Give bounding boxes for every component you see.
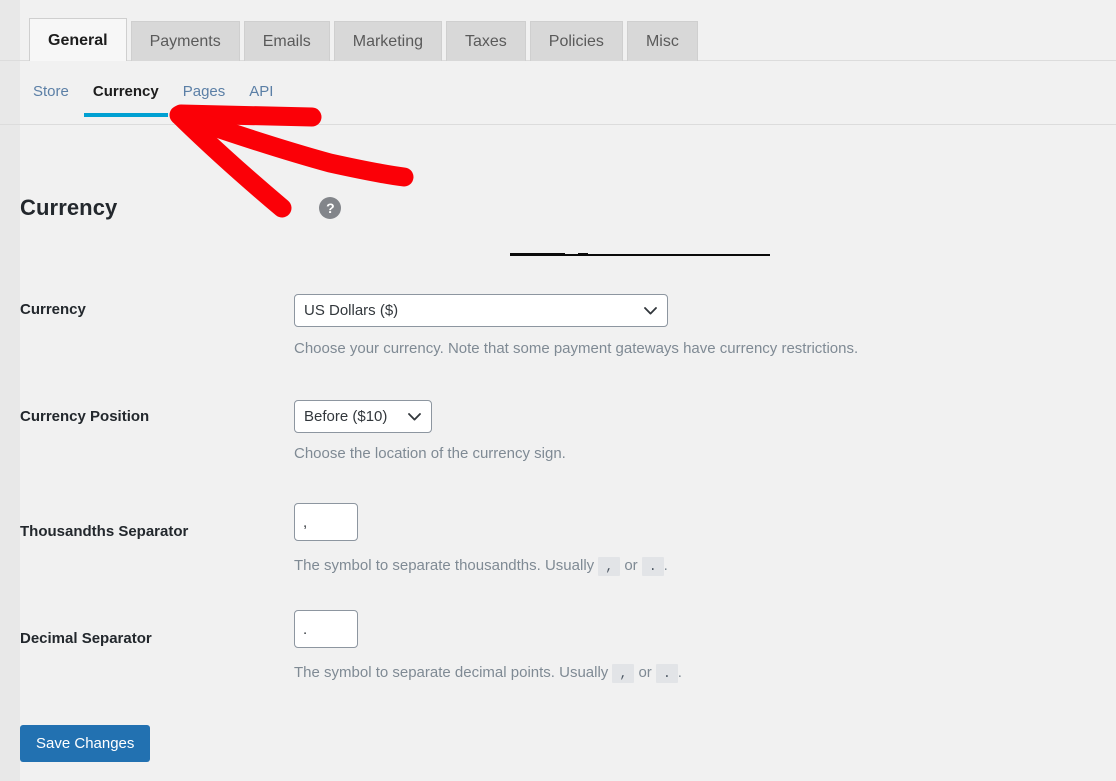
tab-emails[interactable]: Emails bbox=[243, 21, 330, 61]
thousandths-desc-code-2: . bbox=[641, 557, 664, 576]
tab-policies[interactable]: Policies bbox=[529, 21, 623, 61]
divider-artifact bbox=[510, 253, 770, 256]
tab-payments[interactable]: Payments bbox=[130, 21, 240, 61]
thousandths-desc-prefix: The symbol to separate thousandths. Usua… bbox=[294, 557, 595, 574]
tab-emails-label: Emails bbox=[262, 33, 311, 51]
tab-marketing[interactable]: Marketing bbox=[333, 21, 442, 61]
currency-position-select-wrap: Before ($10) bbox=[294, 400, 432, 433]
currency-control: US Dollars ($) bbox=[294, 294, 668, 327]
decimal-separator-description: The symbol to separate decimal points. U… bbox=[294, 664, 682, 683]
decimal-desc-suffix: . bbox=[677, 664, 682, 681]
section-header: Currency ? bbox=[20, 195, 342, 221]
currency-select-wrap: US Dollars ($) bbox=[294, 294, 668, 327]
tab-marketing-label: Marketing bbox=[352, 33, 423, 51]
tab-misc[interactable]: Misc bbox=[626, 21, 698, 61]
subnav-item-pages-label: Pages bbox=[182, 83, 226, 100]
currency-position-description: Choose the location of the currency sign… bbox=[294, 445, 566, 462]
question-mark-icon[interactable]: ? bbox=[319, 197, 342, 219]
currency-description: Choose your currency. Note that some pay… bbox=[294, 340, 859, 357]
thousandths-desc-code-1: , bbox=[598, 557, 621, 576]
tab-taxes-label: Taxes bbox=[465, 33, 507, 51]
currency-position-select[interactable]: Before ($10) bbox=[294, 400, 432, 433]
thousandths-desc-suffix: . bbox=[663, 557, 668, 574]
thousandths-separator-control bbox=[294, 503, 358, 541]
field-row-currency: Currency US Dollars ($) Choose your curr… bbox=[0, 294, 1116, 384]
page-title: Currency bbox=[20, 195, 118, 220]
decimal-separator-control bbox=[294, 610, 358, 648]
decimal-separator-label: Decimal Separator bbox=[20, 630, 152, 647]
decimal-desc-code-2: . bbox=[655, 664, 678, 683]
tab-policies-label: Policies bbox=[548, 33, 604, 51]
secondary-nav-bar: Store Currency Pages API bbox=[0, 61, 1116, 125]
currency-position-control: Before ($10) bbox=[294, 400, 432, 433]
decimal-separator-input[interactable] bbox=[294, 610, 358, 648]
tab-taxes[interactable]: Taxes bbox=[446, 21, 526, 61]
secondary-nav-list: Store Currency Pages API bbox=[33, 83, 273, 120]
field-row-decimal-separator: Decimal Separator The symbol to separate… bbox=[0, 610, 1116, 705]
settings-content: Currency ? Currency US Dollars ($) Choos… bbox=[0, 125, 1116, 781]
currency-label: Currency bbox=[20, 301, 86, 318]
subnav-item-currency[interactable]: Currency bbox=[83, 83, 168, 120]
subnav-item-currency-label: Currency bbox=[92, 83, 159, 100]
save-changes-button[interactable]: Save Changes bbox=[20, 725, 151, 762]
primary-tab-list: General Payments Emails Marketing Taxes … bbox=[29, 18, 698, 61]
thousandths-separator-label: Thousandths Separator bbox=[20, 523, 189, 540]
subnav-item-store[interactable]: Store bbox=[33, 83, 69, 120]
subnav-item-api-label: API bbox=[249, 83, 274, 100]
decimal-desc-prefix: The symbol to separate decimal points. U… bbox=[294, 664, 609, 681]
decimal-desc-code-1: , bbox=[612, 664, 635, 683]
primary-tab-bar: General Payments Emails Marketing Taxes … bbox=[0, 0, 1116, 61]
tab-general-label: General bbox=[48, 32, 108, 50]
currency-select[interactable]: US Dollars ($) bbox=[294, 294, 668, 327]
settings-page: General Payments Emails Marketing Taxes … bbox=[0, 0, 1116, 781]
currency-position-label: Currency Position bbox=[20, 408, 150, 425]
decimal-desc-middle: or bbox=[638, 664, 652, 681]
tab-general[interactable]: General bbox=[29, 18, 127, 61]
field-row-thousandths-separator: Thousandths Separator The symbol to sepa… bbox=[0, 503, 1116, 598]
subnav-item-api[interactable]: API bbox=[249, 83, 273, 120]
tab-payments-label: Payments bbox=[149, 33, 221, 51]
thousandths-separator-input[interactable] bbox=[294, 503, 358, 541]
thousandths-separator-description: The symbol to separate thousandths. Usua… bbox=[294, 557, 668, 576]
subnav-item-store-label: Store bbox=[33, 83, 69, 100]
subnav-item-pages[interactable]: Pages bbox=[183, 83, 226, 120]
field-row-currency-position: Currency Position Before ($10) Choose th… bbox=[0, 400, 1116, 490]
thousandths-desc-middle: or bbox=[624, 557, 638, 574]
tab-misc-label: Misc bbox=[645, 33, 679, 51]
